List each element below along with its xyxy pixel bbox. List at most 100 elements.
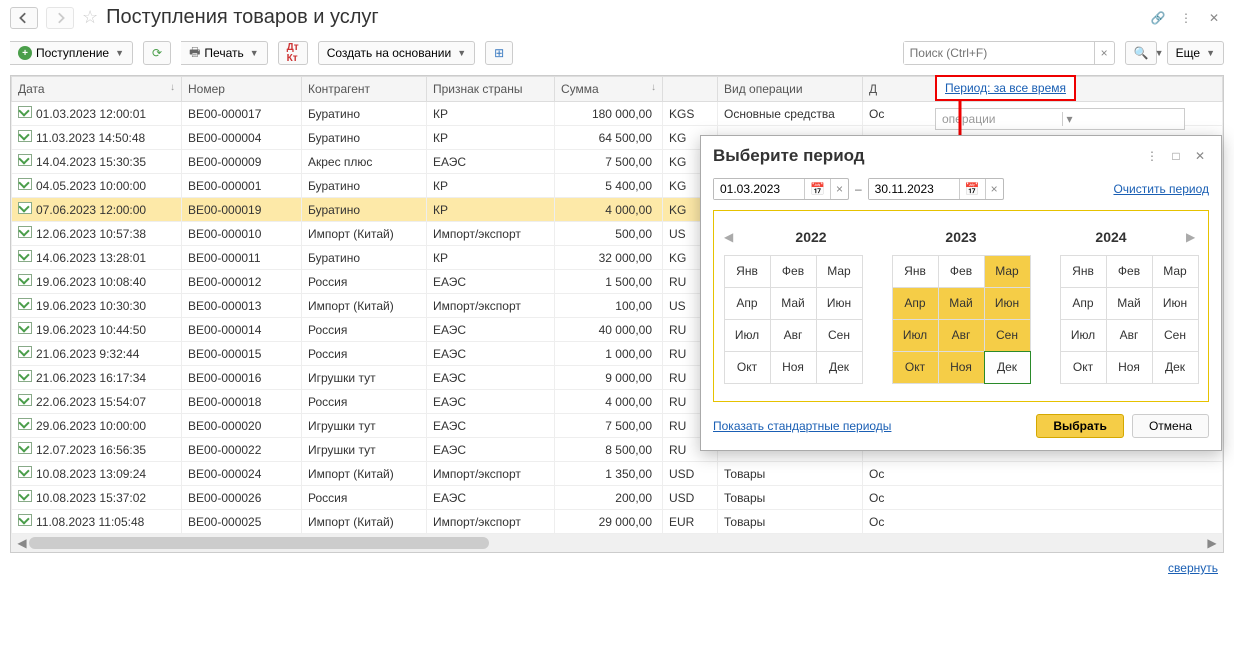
month-cell[interactable]: Сен [984, 319, 1031, 352]
next-year-button[interactable]: ▶ [1186, 230, 1198, 244]
dialog-maximize-icon[interactable]: □ [1167, 149, 1185, 163]
month-cell[interactable]: Мар [1152, 255, 1199, 288]
close-icon[interactable]: ✕ [1204, 8, 1224, 28]
month-cell[interactable]: Апр [1060, 287, 1107, 320]
month-cell[interactable]: Июн [1152, 287, 1199, 320]
year-label: 2023 [886, 229, 1036, 245]
create-based-button[interactable]: Создать на основании▼ [318, 41, 475, 65]
month-cell[interactable]: Май [938, 287, 985, 320]
month-cell[interactable]: Май [1106, 287, 1153, 320]
doc-icon [18, 298, 32, 310]
collapse-link[interactable]: свернуть [1168, 561, 1218, 575]
kebab-icon[interactable]: ⋮ [1176, 8, 1196, 28]
select-button[interactable]: Выбрать [1036, 414, 1124, 438]
chevron-down-icon[interactable]: ▾ [1062, 112, 1185, 126]
col-contractor[interactable]: Контрагент [302, 77, 427, 102]
prev-year-button[interactable]: ◀ [724, 230, 736, 244]
month-cell[interactable]: Фев [938, 255, 985, 288]
print-label: Печать [204, 46, 243, 60]
col-operation[interactable]: Вид операции [718, 77, 863, 102]
month-cell[interactable]: Ноя [770, 351, 817, 384]
month-cell[interactable]: Окт [724, 351, 771, 384]
structure-button[interactable]: ⊞ [485, 41, 513, 65]
table-row[interactable]: 10.08.2023 13:09:24BE00-000024Импорт (Ки… [12, 462, 1223, 486]
month-cell[interactable]: Дек [816, 351, 863, 384]
month-cell[interactable]: Июн [984, 287, 1031, 320]
dialog-close-icon[interactable]: ✕ [1191, 149, 1209, 163]
clear-from-button[interactable]: × [830, 179, 848, 199]
search-clear-button[interactable]: × [1094, 42, 1114, 64]
month-cell[interactable]: Июл [724, 319, 771, 352]
calendar-icon[interactable]: 📅 [959, 179, 985, 199]
link-icon[interactable]: 🔗 [1148, 8, 1168, 28]
month-cell[interactable]: Окт [892, 351, 939, 384]
col-country[interactable]: Признак страны [427, 77, 555, 102]
month-cell[interactable]: Авг [770, 319, 817, 352]
month-cell[interactable]: Июл [1060, 319, 1107, 352]
scroll-thumb[interactable] [29, 537, 489, 549]
nav-back-button[interactable] [10, 7, 38, 29]
month-cell[interactable]: Дек [1152, 351, 1199, 384]
doc-icon [18, 202, 32, 214]
nav-forward-button[interactable] [46, 7, 74, 29]
create-label: Поступление [36, 46, 109, 60]
scroll-right-icon[interactable]: ▶ [1205, 536, 1219, 550]
month-cell[interactable]: Апр [892, 287, 939, 320]
col-number[interactable]: Номер [182, 77, 302, 102]
create-button[interactable]: +Поступление▼ [10, 41, 133, 65]
scroll-left-icon[interactable]: ◀ [15, 536, 29, 550]
print-button[interactable]: 🖶Печать▼ [181, 41, 268, 65]
clear-to-button[interactable]: × [985, 179, 1003, 199]
year-label: 2022 [736, 229, 886, 245]
month-cell[interactable]: Фев [1106, 255, 1153, 288]
month-cell[interactable]: Сен [1152, 319, 1199, 352]
doc-icon [18, 514, 32, 526]
month-cell[interactable]: Мар [984, 255, 1031, 288]
doc-icon [18, 490, 32, 502]
doc-icon [18, 322, 32, 334]
month-cell[interactable]: Авг [938, 319, 985, 352]
date-from-input[interactable] [714, 179, 804, 199]
year-label: 2024 [1036, 229, 1186, 245]
search-input[interactable] [904, 42, 1094, 64]
col-sum[interactable]: Сумма↓ [555, 77, 663, 102]
search-button[interactable]: 🔍▼ [1125, 41, 1157, 65]
clear-period-link[interactable]: Очистить период [1113, 182, 1209, 196]
refresh-button[interactable]: ⟳ [143, 41, 171, 65]
period-link[interactable]: Период: за все время [945, 81, 1066, 95]
month-cell[interactable]: Май [770, 287, 817, 320]
doc-icon [18, 466, 32, 478]
dialog-title: Выберите период [713, 146, 1137, 166]
col-date[interactable]: Дата↓ [12, 77, 182, 102]
month-cell[interactable]: Авг [1106, 319, 1153, 352]
month-cell[interactable]: Ноя [1106, 351, 1153, 384]
doc-icon [18, 394, 32, 406]
cancel-button[interactable]: Отмена [1132, 414, 1209, 438]
date-to-input[interactable] [869, 179, 959, 199]
month-cell[interactable]: Янв [1060, 255, 1107, 288]
month-cell[interactable]: Янв [892, 255, 939, 288]
favorite-icon[interactable]: ☆ [82, 7, 98, 28]
month-cell[interactable]: Ноя [938, 351, 985, 384]
table-row[interactable]: 10.08.2023 15:37:02BE00-000026РоссияЕАЭС… [12, 486, 1223, 510]
horizontal-scrollbar[interactable]: ◀ ▶ [11, 534, 1223, 552]
month-cell[interactable]: Окт [1060, 351, 1107, 384]
month-cell[interactable]: Сен [816, 319, 863, 352]
operation-filter-field[interactable]: операции ▾ [935, 108, 1185, 130]
dialog-kebab-icon[interactable]: ⋮ [1143, 149, 1161, 163]
calendar-icon[interactable]: 📅 [804, 179, 830, 199]
month-cell[interactable]: Мар [816, 255, 863, 288]
month-cell[interactable]: Янв [724, 255, 771, 288]
month-cell[interactable]: Апр [724, 287, 771, 320]
col-currency[interactable] [663, 77, 718, 102]
dtkt-button[interactable]: ДтКт [278, 41, 308, 65]
month-cell[interactable]: Дек [984, 351, 1031, 384]
month-cell[interactable]: Июн [816, 287, 863, 320]
doc-icon [18, 346, 32, 358]
table-row[interactable]: 11.08.2023 11:05:48BE00-000025Импорт (Ки… [12, 510, 1223, 534]
more-button[interactable]: Еще▼ [1167, 41, 1224, 65]
month-cell[interactable]: Фев [770, 255, 817, 288]
show-standard-link[interactable]: Показать стандартные периоды [713, 419, 891, 433]
doc-icon [18, 250, 32, 262]
month-cell[interactable]: Июл [892, 319, 939, 352]
